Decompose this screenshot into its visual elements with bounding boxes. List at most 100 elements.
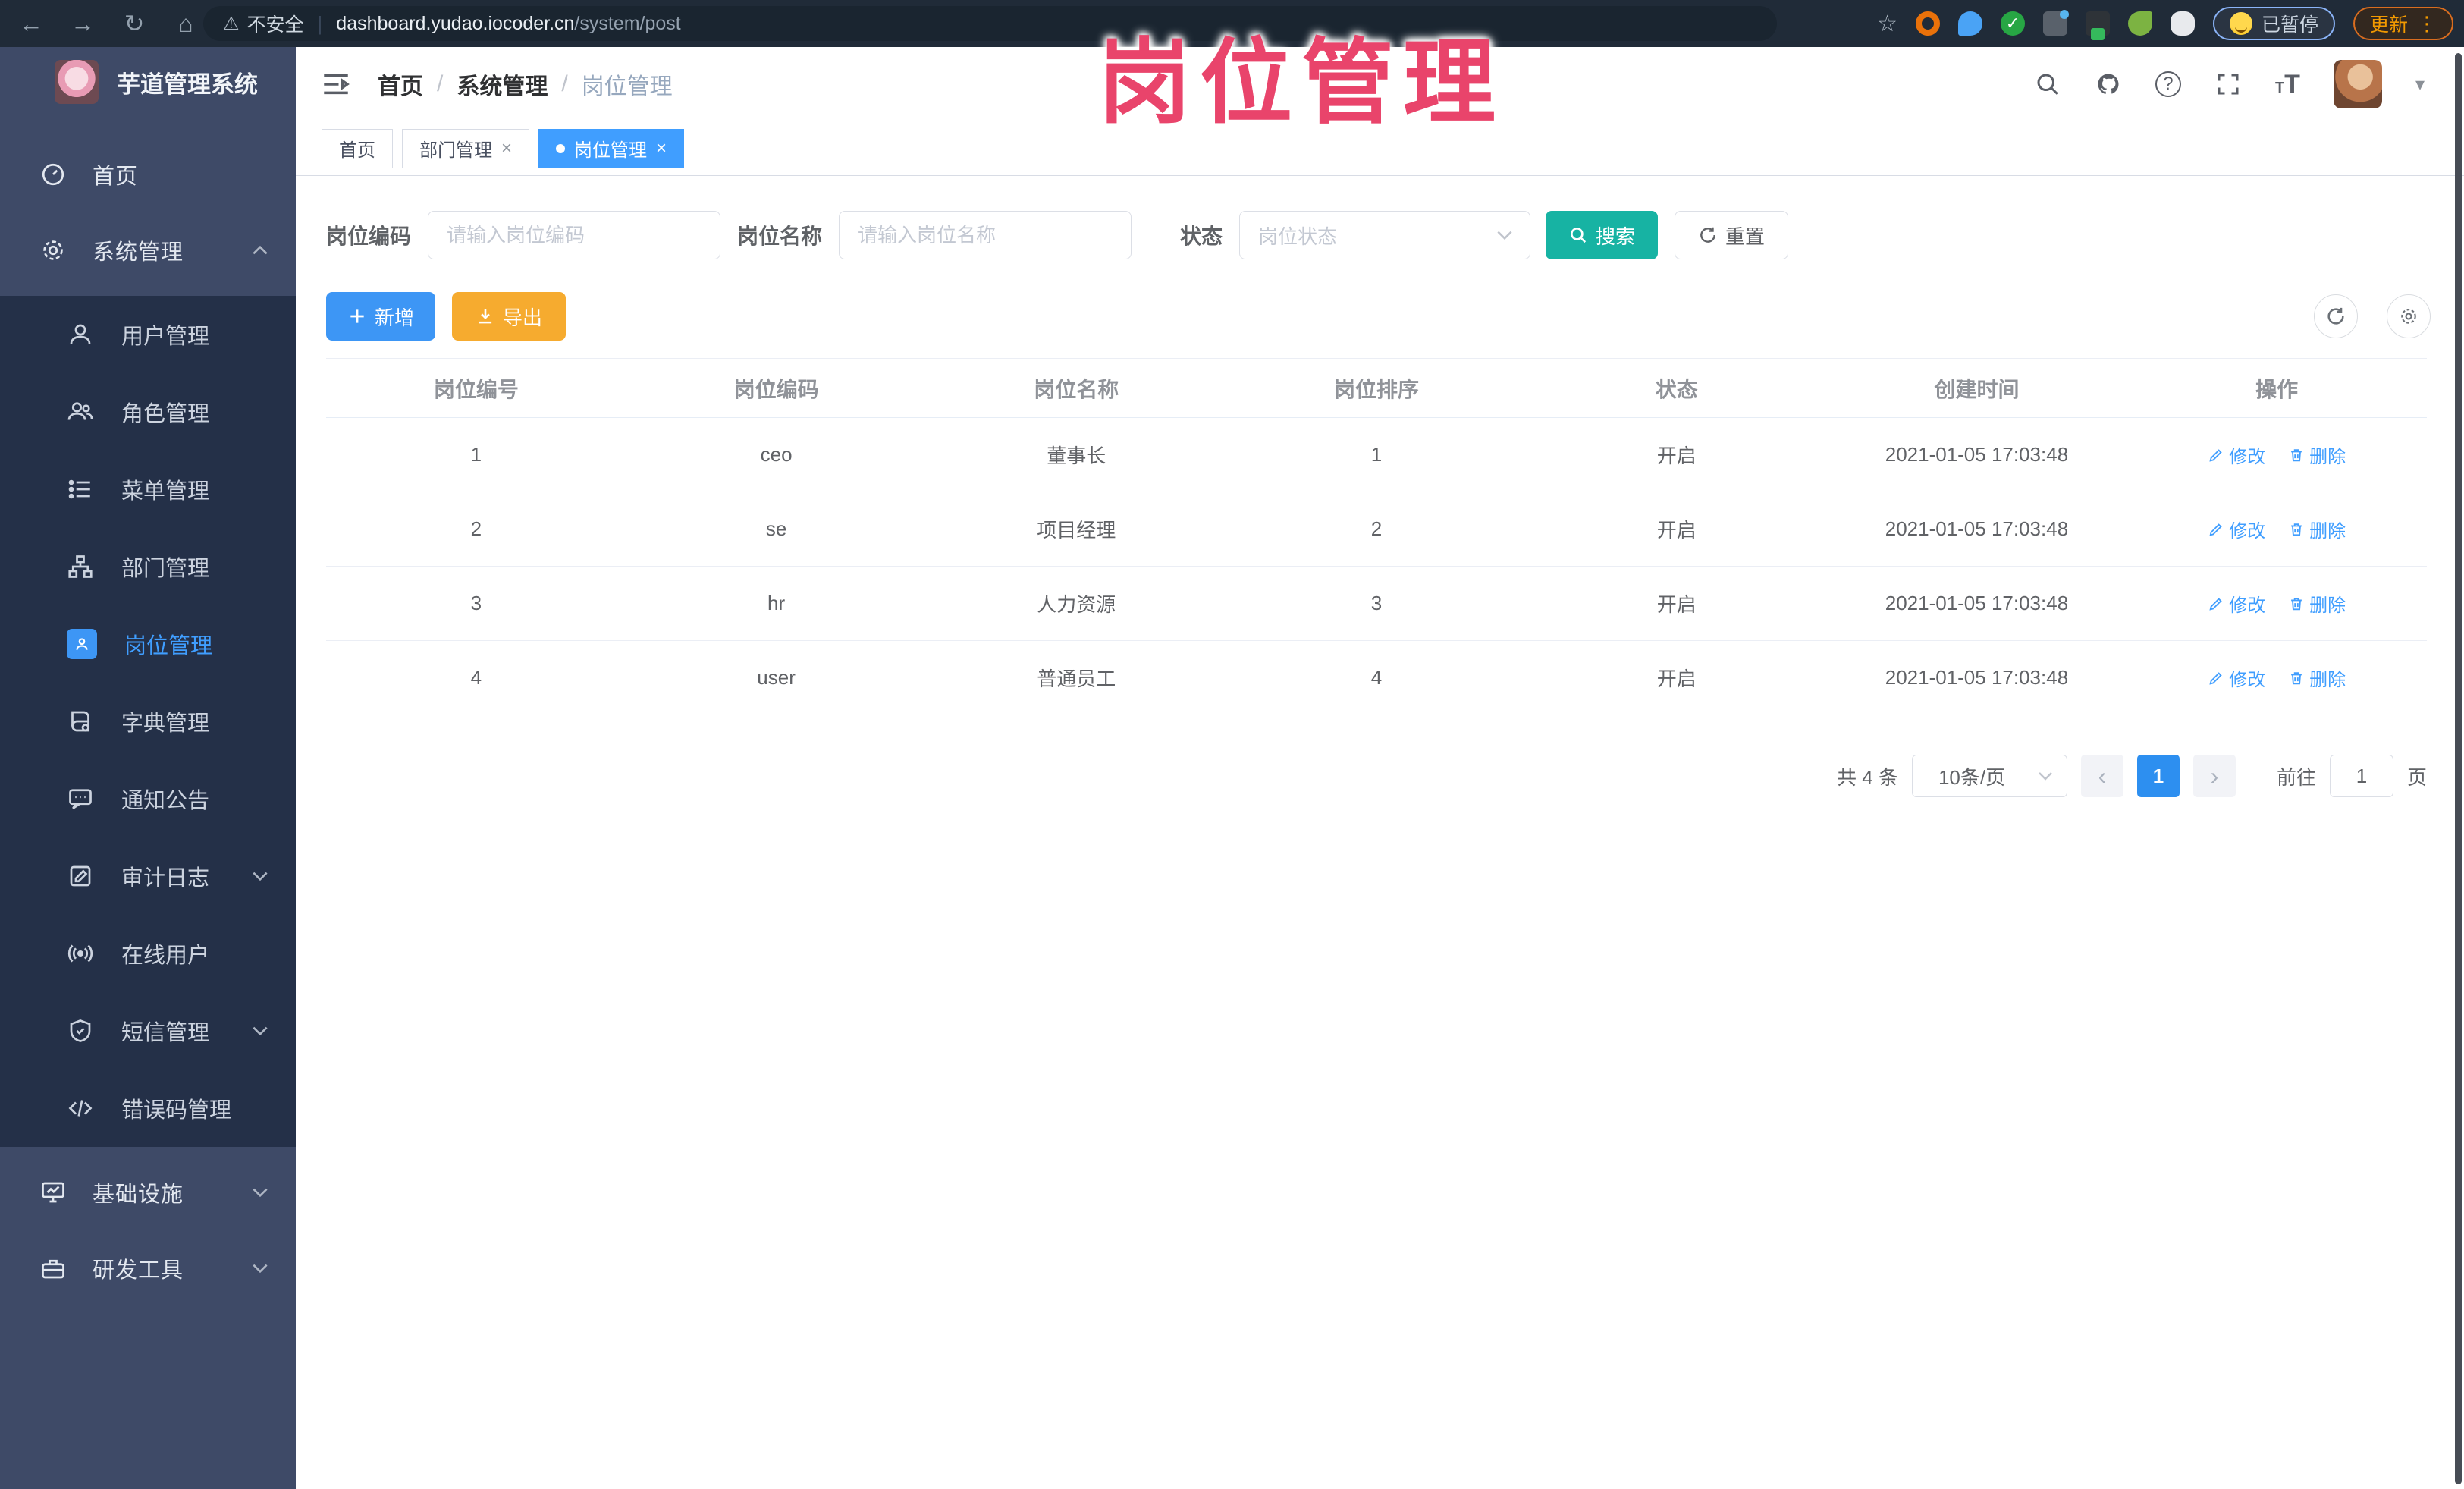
url-path: /system/post bbox=[574, 12, 681, 34]
reset-button[interactable]: 重置 bbox=[1675, 211, 1789, 259]
breadcrumb-home[interactable]: 首页 bbox=[378, 68, 423, 101]
cell-created: 2021-01-05 17:03:48 bbox=[1885, 592, 2069, 614]
sidebar-item-label: 岗位管理 bbox=[124, 634, 213, 658]
sidebar-item-menu-management[interactable]: 菜单管理 bbox=[0, 451, 296, 528]
col-header-post-id: 岗位编号 bbox=[433, 377, 519, 401]
browser-forward-button[interactable]: → bbox=[68, 10, 97, 38]
post-code-input[interactable] bbox=[428, 211, 721, 259]
cell-post-code: user bbox=[757, 666, 796, 689]
list-icon bbox=[68, 479, 90, 499]
cell-post-id: 2 bbox=[470, 517, 482, 540]
extensions-puzzle-icon[interactable] bbox=[2170, 11, 2195, 36]
page-1-button[interactable]: 1 bbox=[2136, 755, 2180, 797]
paused-badge[interactable]: 已暂停 bbox=[2212, 7, 2335, 40]
table-header-row: 岗位编号 岗位编码 岗位名称 岗位排序 状态 创建时间 操作 bbox=[326, 359, 2427, 418]
cell-status: 开启 bbox=[1656, 593, 1697, 616]
breadcrumb-system[interactable]: 系统管理 bbox=[457, 68, 548, 101]
delete-link[interactable]: 删除 bbox=[2288, 590, 2346, 617]
add-button[interactable]: 新增 bbox=[326, 292, 435, 341]
browser-refresh-button[interactable]: ↻ bbox=[120, 9, 149, 38]
extension-icon-green-check[interactable]: ✓ bbox=[2000, 11, 2025, 36]
emoji-face-icon bbox=[2229, 12, 2252, 35]
refresh-table-button[interactable] bbox=[2314, 294, 2358, 338]
tab-dept-management[interactable]: 部门管理 × bbox=[402, 128, 530, 168]
sidebar-item-user-management[interactable]: 用户管理 bbox=[0, 296, 296, 373]
browser-home-button[interactable]: ⌂ bbox=[171, 10, 200, 38]
sidebar-item-audit-log[interactable]: 审计日志 bbox=[0, 837, 296, 915]
edit-link[interactable]: 修改 bbox=[2208, 590, 2265, 617]
font-size-icon[interactable]: TT bbox=[2275, 70, 2300, 99]
status-select[interactable]: 岗位状态 bbox=[1239, 211, 1531, 259]
col-header-post-name: 岗位名称 bbox=[1034, 377, 1119, 401]
help-icon[interactable]: ? bbox=[2155, 71, 2181, 97]
extension-icon-tag-manager[interactable] bbox=[2085, 11, 2110, 40]
tab-post-management[interactable]: 岗位管理 × bbox=[538, 128, 685, 168]
sidebar-item-notice[interactable]: 通知公告 bbox=[0, 760, 296, 837]
sidebar-item-errorcode-management[interactable]: 错误码管理 bbox=[0, 1070, 296, 1147]
edit-link[interactable]: 修改 bbox=[2208, 441, 2265, 468]
page-size-select[interactable]: 10条/页 bbox=[1911, 755, 2067, 797]
sidebar: 芋道管理系统 首页 系统管理 用户管理 角色管理 菜单管理 部门管理 岗位管理 … bbox=[0, 47, 296, 1489]
sidebar-item-home[interactable]: 首页 bbox=[0, 137, 296, 212]
sidebar-item-dev-tools[interactable]: 研发工具 bbox=[0, 1230, 296, 1306]
sidebar-toggle-icon[interactable] bbox=[320, 68, 352, 100]
search-button[interactable]: 搜索 bbox=[1546, 211, 1659, 259]
page-scrollbar[interactable] bbox=[2455, 53, 2462, 1484]
plus-icon bbox=[350, 309, 364, 323]
cell-post-name: 董事长 bbox=[1047, 445, 1106, 467]
next-page-button[interactable]: › bbox=[2192, 755, 2236, 797]
edit-link[interactable]: 修改 bbox=[2208, 516, 2265, 542]
security-label: 不安全 bbox=[246, 14, 304, 36]
avatar[interactable] bbox=[2333, 60, 2382, 108]
prev-page-button[interactable]: ‹ bbox=[2080, 755, 2123, 797]
cell-post-sort: 1 bbox=[1370, 443, 1383, 466]
caret-down-icon[interactable]: ▾ bbox=[2415, 74, 2425, 96]
app-logo bbox=[55, 60, 99, 104]
app-logo-row[interactable]: 芋道管理系统 bbox=[0, 47, 296, 117]
tab-close-icon[interactable]: × bbox=[656, 138, 667, 159]
browser-update-button[interactable]: 更新 ⋮ bbox=[2353, 7, 2453, 40]
goto-page-input[interactable] bbox=[2329, 755, 2393, 797]
status-label: 状态 bbox=[1180, 225, 1223, 248]
kebab-menu-icon[interactable]: ⋮ bbox=[2417, 14, 2437, 33]
toolbox-icon bbox=[42, 1259, 64, 1279]
breadcrumb-current: 岗位管理 bbox=[581, 74, 673, 99]
sidebar-item-system-management[interactable]: 系统管理 bbox=[0, 212, 296, 288]
fullscreen-icon[interactable] bbox=[2214, 71, 2242, 98]
export-button[interactable]: 导出 bbox=[452, 292, 566, 341]
tab-label: 部门管理 bbox=[419, 140, 492, 161]
extension-icon-leaf[interactable] bbox=[2127, 11, 2152, 36]
sidebar-item-dept-management[interactable]: 部门管理 bbox=[0, 528, 296, 605]
tab-close-icon[interactable]: × bbox=[501, 138, 512, 159]
search-icon[interactable] bbox=[2034, 71, 2061, 98]
sidebar-item-role-management[interactable]: 角色管理 bbox=[0, 373, 296, 451]
sidebar-item-post-management[interactable]: 岗位管理 bbox=[0, 605, 296, 683]
delete-link[interactable]: 删除 bbox=[2288, 664, 2346, 691]
edit-link[interactable]: 修改 bbox=[2208, 664, 2265, 691]
cell-post-code: hr bbox=[767, 592, 786, 614]
post-name-input[interactable] bbox=[839, 211, 1132, 259]
sidebar-item-infrastructure[interactable]: 基础设施 bbox=[0, 1154, 296, 1230]
sidebar-item-sms-management[interactable]: 短信管理 bbox=[0, 992, 296, 1070]
github-icon[interactable] bbox=[2095, 71, 2122, 98]
cell-post-sort: 2 bbox=[1370, 517, 1383, 540]
sidebar-item-dict-management[interactable]: 字典管理 bbox=[0, 683, 296, 760]
extension-icon-sliders[interactable] bbox=[2042, 10, 2069, 36]
sidebar-item-label: 错误码管理 bbox=[121, 1098, 232, 1123]
chevron-down-icon bbox=[1497, 231, 1512, 240]
extension-icon-orange-ring[interactable] bbox=[1915, 11, 1940, 36]
sidebar-item-label: 首页 bbox=[93, 165, 139, 189]
browser-back-button[interactable]: ← bbox=[17, 10, 46, 38]
delete-link[interactable]: 删除 bbox=[2288, 441, 2346, 468]
delete-link[interactable]: 删除 bbox=[2288, 516, 2346, 542]
column-settings-button[interactable] bbox=[2387, 294, 2431, 338]
address-bar[interactable]: ⚠ 不安全 | dashboard.yudao.iocoder.cn /syst… bbox=[203, 6, 1777, 41]
app-title: 芋道管理系统 bbox=[117, 71, 258, 98]
bookmark-star-icon[interactable]: ☆ bbox=[1877, 11, 1897, 37]
sidebar-item-online-users[interactable]: 在线用户 bbox=[0, 915, 296, 992]
cell-created: 2021-01-05 17:03:48 bbox=[1885, 443, 2069, 466]
table-row: 2 se 项目经理 2 开启 2021-01-05 17:03:48 修改 删除 bbox=[326, 492, 2427, 567]
sidebar-item-label: 基础设施 bbox=[93, 1183, 184, 1207]
tab-home[interactable]: 首页 bbox=[322, 128, 393, 168]
extension-icon-blue-pin[interactable] bbox=[1957, 11, 1982, 36]
